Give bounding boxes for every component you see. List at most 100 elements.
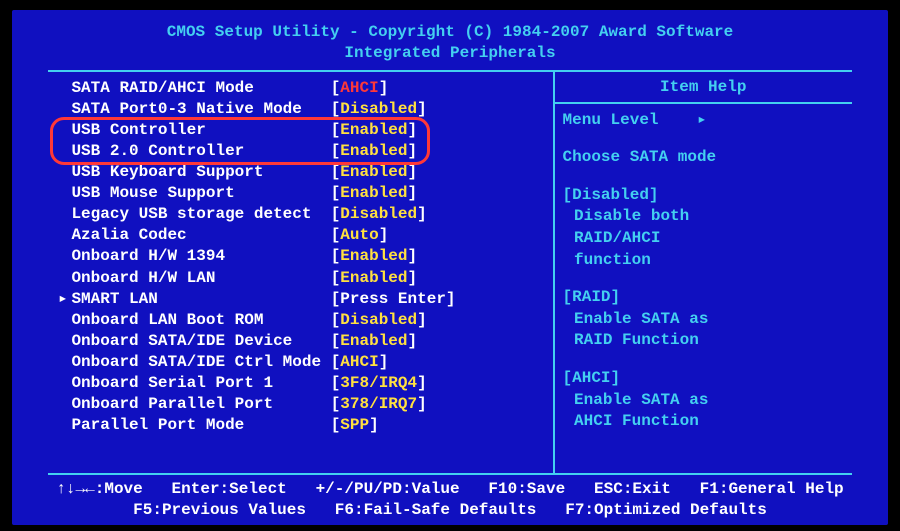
setting-value[interactable]: [Auto]	[331, 225, 389, 246]
footer-line2: F5:Previous Values F6:Fail-Safe Defaults…	[48, 500, 852, 521]
setting-label: USB Mouse Support	[71, 183, 330, 204]
setting-row[interactable]: Azalia Codec [Auto]	[58, 225, 549, 246]
setting-row[interactable]: SATA RAID/AHCI Mode [AHCI]	[58, 78, 549, 99]
setting-row[interactable]: Onboard H/W LAN [Enabled]	[58, 268, 549, 289]
setting-value-text: Enabled	[340, 162, 407, 183]
setting-value-text: Enabled	[340, 331, 407, 352]
setting-row[interactable]: Onboard Parallel Port [378/IRQ7]	[58, 394, 549, 415]
setting-row[interactable]: Onboard Serial Port 1 [3F8/IRQ4]	[58, 373, 549, 394]
setting-value[interactable]: [Enabled]	[331, 246, 417, 267]
setting-label: Azalia Codec	[71, 225, 330, 246]
setting-value-text: Disabled	[340, 204, 417, 225]
help-gap	[563, 169, 844, 185]
setting-row[interactable]: USB Mouse Support [Enabled]	[58, 183, 549, 204]
setting-row[interactable]: Onboard LAN Boot ROM [Disabled]	[58, 310, 549, 331]
bracket-close: ]	[417, 310, 427, 331]
setting-value[interactable]: [Disabled]	[331, 204, 427, 225]
bracket-open: [	[331, 204, 341, 225]
setting-row[interactable]: SATA Port0-3 Native Mode [Disabled]	[58, 99, 549, 120]
setting-value[interactable]: [Enabled]	[331, 183, 417, 204]
setting-value[interactable]: [Enabled]	[331, 268, 417, 289]
setting-value[interactable]: [Disabled]	[331, 99, 427, 120]
bracket-open: [	[331, 120, 341, 141]
bracket-open: [	[331, 162, 341, 183]
bracket-close: ]	[379, 78, 389, 99]
footer: ↑↓→←:Move Enter:Select +/-/PU/PD:Value F…	[12, 475, 888, 525]
help-line: Enable SATA as	[563, 309, 844, 331]
setting-value-text: AHCI	[340, 78, 378, 99]
setting-label: Onboard H/W 1394	[71, 246, 330, 267]
setting-row[interactable]: Onboard H/W 1394 [Enabled]	[58, 246, 549, 267]
setting-value[interactable]: [AHCI]	[331, 352, 389, 373]
setting-value-text: Auto	[340, 225, 378, 246]
bracket-close: ]	[408, 120, 418, 141]
help-gap	[563, 131, 844, 147]
bios-screen: CMOS Setup Utility - Copyright (C) 1984-…	[12, 10, 888, 525]
bracket-close: ]	[408, 162, 418, 183]
bracket-open: [	[331, 78, 341, 99]
setting-label: SMART LAN	[71, 289, 330, 310]
setting-value-text: 3F8/IRQ4	[340, 373, 417, 394]
setting-value-text: Press Enter	[340, 289, 446, 310]
bracket-open: [	[331, 373, 341, 394]
help-line: [RAID]	[563, 287, 844, 309]
setting-value-text: Enabled	[340, 120, 407, 141]
help-line: Enable SATA as	[563, 390, 844, 412]
help-line: Disable both	[563, 206, 844, 228]
bracket-open: [	[331, 394, 341, 415]
setting-value[interactable]: [Enabled]	[331, 331, 417, 352]
setting-value-text: Enabled	[340, 183, 407, 204]
setting-value[interactable]: [Enabled]	[331, 141, 417, 162]
setting-row[interactable]: USB Controller [Enabled]	[58, 120, 549, 141]
setting-value-text: Enabled	[340, 246, 407, 267]
setting-value[interactable]: [3F8/IRQ4]	[331, 373, 427, 394]
bracket-open: [	[331, 141, 341, 162]
bracket-open: [	[331, 352, 341, 373]
setting-label: Onboard H/W LAN	[71, 268, 330, 289]
bracket-close: ]	[408, 246, 418, 267]
setting-value-text: AHCI	[340, 352, 378, 373]
setting-row[interactable]: USB 2.0 Controller [Enabled]	[58, 141, 549, 162]
setting-value[interactable]: [Enabled]	[331, 120, 417, 141]
setting-value-text: Disabled	[340, 310, 417, 331]
bracket-close: ]	[379, 352, 389, 373]
setting-label: Onboard LAN Boot ROM	[71, 310, 330, 331]
setting-label: Onboard Parallel Port	[71, 394, 330, 415]
help-line: Choose SATA mode	[563, 147, 844, 169]
help-line: AHCI Function	[563, 411, 844, 433]
setting-value[interactable]: [AHCI]	[331, 78, 389, 99]
setting-label: Parallel Port Mode	[71, 415, 330, 436]
bracket-open: [	[331, 183, 341, 204]
setting-row[interactable]: USB Keyboard Support [Enabled]	[58, 162, 549, 183]
bracket-open: [	[331, 331, 341, 352]
setting-label: USB Controller	[71, 120, 330, 141]
setting-row[interactable]: ▸SMART LAN [Press Enter]	[58, 289, 549, 310]
setting-label: Onboard SATA/IDE Device	[71, 331, 330, 352]
setting-value[interactable]: [378/IRQ7]	[331, 394, 427, 415]
setting-row[interactable]: Parallel Port Mode [SPP]	[58, 415, 549, 436]
setting-value-text: SPP	[340, 415, 369, 436]
bracket-open: [	[331, 415, 341, 436]
setting-value[interactable]: [SPP]	[331, 415, 379, 436]
setting-value[interactable]: [Enabled]	[331, 162, 417, 183]
help-body: Menu Level ▸ Choose SATA mode [Disabled]Di…	[555, 104, 852, 439]
bracket-close: ]	[379, 225, 389, 246]
bracket-close: ]	[417, 394, 427, 415]
setting-row[interactable]: Onboard SATA/IDE Device [Enabled]	[58, 331, 549, 352]
setting-value[interactable]: [Disabled]	[331, 310, 427, 331]
bracket-close: ]	[408, 268, 418, 289]
bracket-close: ]	[417, 373, 427, 394]
setting-row[interactable]: Legacy USB storage detect [Disabled]	[58, 204, 549, 225]
help-line: [Disabled]	[563, 185, 844, 207]
setting-row[interactable]: Onboard SATA/IDE Ctrl Mode [AHCI]	[58, 352, 549, 373]
help-line: Menu Level ▸	[563, 110, 844, 132]
submenu-marker-icon: ▸	[58, 289, 71, 310]
setting-value[interactable]: [Press Enter]	[331, 289, 456, 310]
bracket-close: ]	[408, 141, 418, 162]
settings-panel: SATA RAID/AHCI Mode [AHCI]SATA Port0-3 N…	[48, 72, 555, 474]
bracket-open: [	[331, 310, 341, 331]
setting-label: SATA RAID/AHCI Mode	[71, 78, 330, 99]
setting-value-text: 378/IRQ7	[340, 394, 417, 415]
help-line: RAID/AHCI	[563, 228, 844, 250]
help-title: Item Help	[555, 72, 852, 104]
